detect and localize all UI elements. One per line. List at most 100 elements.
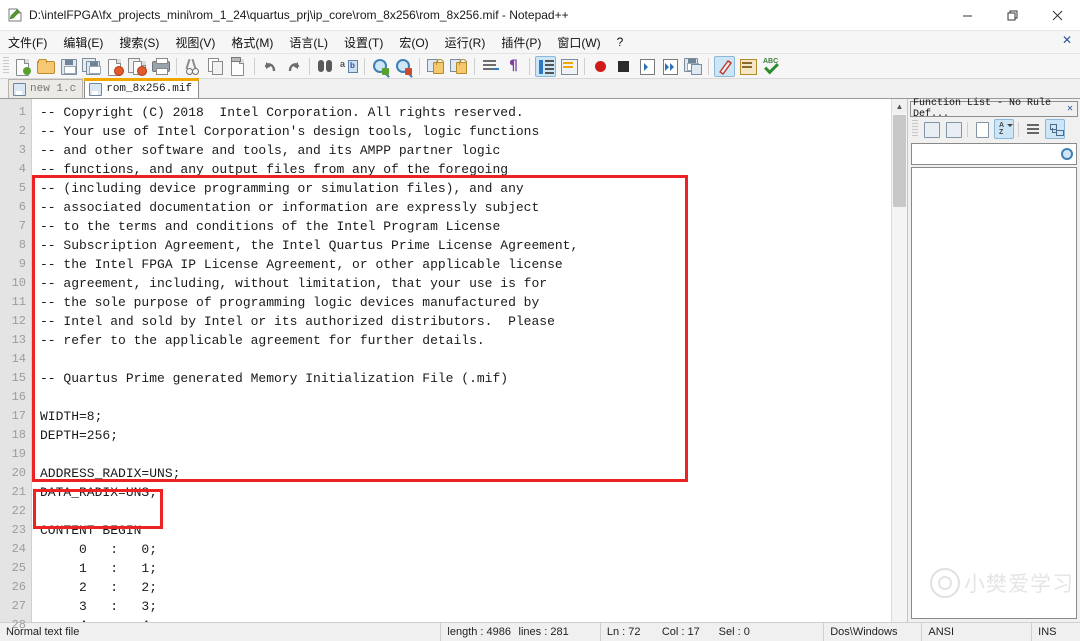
code-line: -- (including device programming or simu…	[40, 181, 524, 196]
print-icon[interactable]	[150, 56, 171, 77]
show-function-list-icon[interactable]	[737, 56, 758, 77]
line-number: 5	[18, 181, 26, 195]
editor-vertical-scrollbar[interactable]: ▲	[891, 99, 907, 622]
menu-bar: 文件(F) 编辑(E) 搜索(S) 视图(V) 格式(M) 语言(L) 设置(T…	[0, 31, 1080, 54]
code-line: ADDRESS_RADIX=UNS;	[40, 466, 181, 481]
menu-edit[interactable]: 编辑(E)	[56, 32, 110, 53]
close-all-documents-icon[interactable]	[127, 56, 148, 77]
line-number: 14	[11, 352, 26, 366]
playback-macro-icon[interactable]	[636, 56, 657, 77]
code-line: -- Quartus Prime generated Memory Initia…	[40, 371, 509, 386]
maximize-button[interactable]	[990, 0, 1035, 30]
line-number: 8	[18, 238, 26, 252]
code-line: -- to the terms and conditions of the In…	[40, 219, 501, 234]
status-insert-mode[interactable]: INS	[1031, 623, 1080, 641]
menu-format[interactable]: 格式(M)	[224, 32, 280, 53]
function-list-close-icon[interactable]: ✕	[1065, 103, 1075, 115]
menu-view[interactable]: 视图(V)	[168, 32, 222, 53]
line-number: 18	[11, 428, 26, 442]
code-line: DATA_RADIX=UNS;	[40, 485, 158, 500]
sort-by-position-icon[interactable]	[972, 119, 992, 139]
paste-icon[interactable]	[228, 56, 249, 77]
close-button[interactable]	[1035, 0, 1080, 30]
title-bar: D:\intelFPGA\fx_projects_mini\rom_1_24\q…	[0, 0, 1080, 31]
spell-check-icon[interactable]: ABC	[760, 56, 781, 77]
save-current-macro-icon[interactable]	[682, 56, 703, 77]
toolbar-grip[interactable]	[3, 57, 9, 75]
code-line: 3 : 3;	[40, 599, 158, 614]
status-length: length : 4986	[440, 623, 512, 641]
code-line: -- associated documentation or informati…	[40, 200, 540, 215]
find-icon[interactable]	[315, 56, 336, 77]
line-number: 6	[18, 200, 26, 214]
function-list-results[interactable]	[911, 167, 1077, 619]
menu-settings[interactable]: 设置(T)	[337, 32, 390, 53]
run-icon[interactable]	[714, 55, 735, 77]
scrollbar-thumb[interactable]	[893, 115, 906, 207]
new-file-icon[interactable]	[12, 56, 33, 77]
line-number: 16	[11, 390, 26, 404]
line-number: 13	[11, 333, 26, 347]
status-encoding[interactable]: ANSI	[921, 623, 1031, 641]
indent-guide-icon[interactable]	[535, 55, 556, 77]
menu-run[interactable]: 运行(R)	[438, 32, 493, 53]
undo-icon[interactable]	[260, 56, 281, 77]
status-eol-format[interactable]: Dos\Windows	[823, 623, 921, 641]
function-list-search-input[interactable]	[912, 147, 1061, 161]
redo-icon[interactable]	[283, 56, 304, 77]
menu-plugins[interactable]: 插件(P)	[494, 32, 548, 53]
save-all-icon[interactable]	[81, 56, 102, 77]
zoom-in-icon[interactable]	[370, 56, 391, 77]
tab-rom-8x256-mif[interactable]: rom_8x256.mif	[84, 78, 200, 98]
toolbar-separator	[529, 57, 530, 75]
main-area: 1 2 3 4 5 6 7 8 9 10 11 12 13 14 15 16 17 18 19 20 21 22 23 24 2…	[0, 98, 1080, 632]
copy-icon[interactable]	[205, 56, 226, 77]
close-document-x-button[interactable]: ✕	[1062, 33, 1072, 47]
flat-view-icon[interactable]	[1023, 119, 1043, 139]
user-defined-language-icon[interactable]	[558, 56, 579, 77]
code-line: 0 : 0;	[40, 542, 158, 557]
line-number: 3	[18, 143, 26, 157]
zoom-out-icon[interactable]	[393, 56, 414, 77]
close-document-icon[interactable]	[104, 56, 125, 77]
show-all-characters-icon[interactable]: ¶	[503, 56, 524, 77]
previous-function-icon[interactable]	[943, 119, 963, 139]
sync-horizontal-scroll-icon[interactable]	[448, 56, 469, 77]
cut-icon[interactable]	[182, 56, 203, 77]
line-number: 12	[11, 314, 26, 328]
code-text-area[interactable]: -- Copyright (C) 2018 Intel Corporation.…	[32, 99, 891, 622]
menu-window[interactable]: 窗口(W)	[550, 32, 607, 53]
function-list-toolbar-grip[interactable]	[912, 120, 918, 138]
menu-file[interactable]: 文件(F)	[1, 32, 54, 53]
menu-macro[interactable]: 宏(O)	[392, 32, 435, 53]
menu-search[interactable]: 搜索(S)	[112, 32, 166, 53]
menu-language[interactable]: 语言(L)	[282, 32, 335, 53]
word-wrap-icon[interactable]	[480, 56, 501, 77]
search-icon[interactable]	[1061, 148, 1073, 160]
line-number: 15	[11, 371, 26, 385]
stop-recording-macro-icon[interactable]	[613, 56, 634, 77]
tree-view-icon[interactable]	[1045, 119, 1065, 139]
save-icon[interactable]	[58, 56, 79, 77]
document-tab-bar: new 1.c rom_8x256.mif	[0, 78, 1080, 99]
window-title: D:\intelFPGA\fx_projects_mini\rom_1_24\q…	[29, 8, 569, 22]
run-macro-multiple-times-icon[interactable]	[659, 56, 680, 77]
line-number: 1	[18, 105, 26, 119]
function-list-search-box[interactable]	[911, 143, 1077, 165]
start-recording-macro-icon[interactable]	[590, 56, 611, 77]
tab-label: new 1.c	[30, 83, 77, 95]
line-number: 9	[18, 257, 26, 271]
menu-help[interactable]: ?	[610, 33, 631, 51]
sort-alphabetically-icon[interactable]: AZ	[994, 119, 1014, 139]
line-number: 2	[18, 124, 26, 138]
line-number: 21	[11, 485, 26, 499]
minimize-button[interactable]	[945, 0, 990, 30]
toolbar-separator	[309, 57, 310, 75]
reload-function-list-icon[interactable]	[921, 119, 941, 139]
scroll-up-arrow-icon[interactable]: ▲	[892, 99, 907, 113]
open-file-icon[interactable]	[35, 56, 56, 77]
tab-new-1-c[interactable]: new 1.c	[8, 79, 84, 98]
replace-icon[interactable]: a b	[338, 56, 359, 77]
sync-vertical-scroll-icon[interactable]	[425, 56, 446, 77]
line-number: 4	[18, 162, 26, 176]
